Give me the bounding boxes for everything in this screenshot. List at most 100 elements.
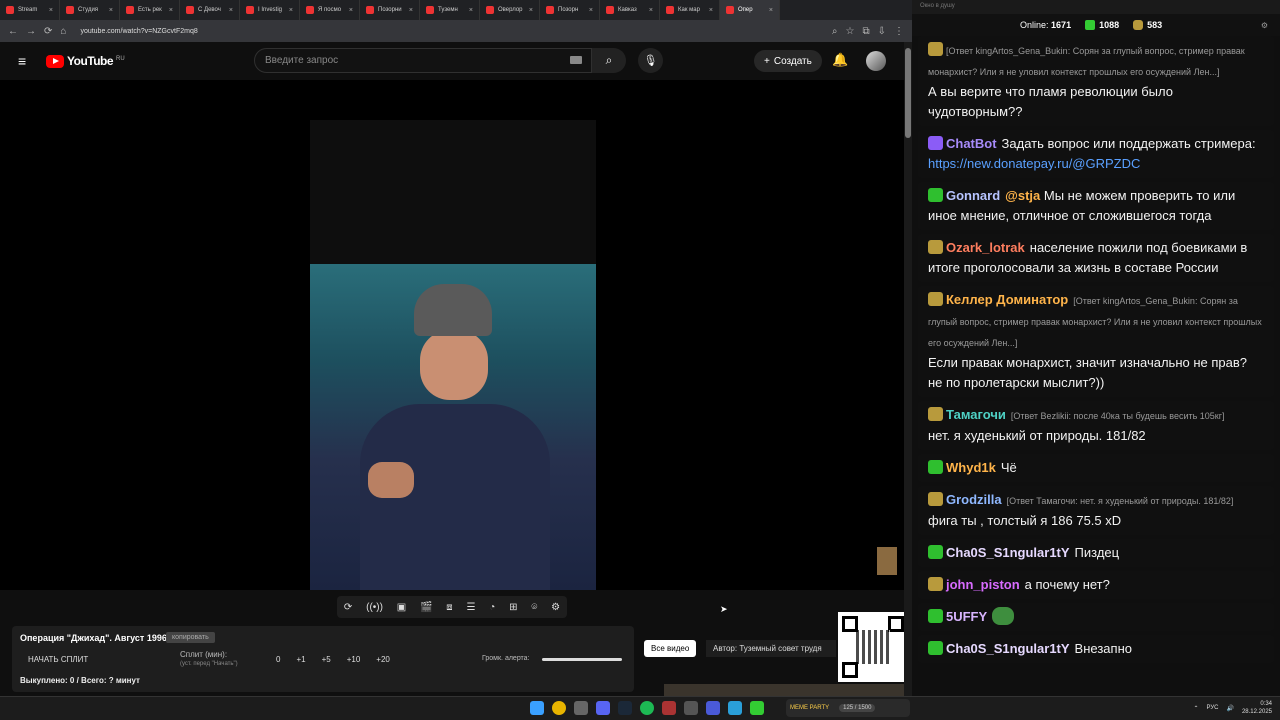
browser-tab[interactable]: С Девоч × xyxy=(180,0,240,20)
zoom-icon[interactable]: ⌕ xyxy=(832,26,838,37)
browser-tab[interactable]: Туземн × xyxy=(420,0,480,20)
browser-tab[interactable]: Оверлор × xyxy=(480,0,540,20)
kick-app-icon[interactable] xyxy=(750,701,764,715)
tab-close-icon[interactable]: × xyxy=(709,7,713,14)
spotify-icon[interactable] xyxy=(640,701,654,715)
tab-close-icon[interactable]: × xyxy=(49,7,53,14)
clapper-icon[interactable]: 🎬 xyxy=(420,602,432,613)
tab-close-icon[interactable]: × xyxy=(589,7,593,14)
chat-username[interactable]: Grodzilla xyxy=(946,492,1002,507)
notifications-bell-icon[interactable]: 🔔 xyxy=(832,52,848,68)
browser-tab[interactable]: Позорн × xyxy=(540,0,600,20)
screenshot-icon[interactable]: ⌾ xyxy=(531,602,537,613)
broadcast-icon[interactable]: ((•)) xyxy=(366,602,383,613)
list-icon[interactable]: ☰ xyxy=(466,602,475,613)
tab-close-icon[interactable]: × xyxy=(289,7,293,14)
media-icon[interactable] xyxy=(706,701,720,715)
tab-close-icon[interactable]: × xyxy=(409,7,413,14)
menu-icon[interactable]: ≡ xyxy=(18,53,32,69)
tab-close-icon[interactable]: × xyxy=(349,7,353,14)
chat-username[interactable]: Whyd1k xyxy=(946,460,996,475)
tab-close-icon[interactable]: × xyxy=(469,7,473,14)
create-button[interactable]: + Создать xyxy=(754,50,822,72)
video-player[interactable] xyxy=(0,80,904,590)
overlay-thumbnail[interactable] xyxy=(877,547,897,575)
chrome-icon[interactable] xyxy=(552,701,566,715)
browser-tab[interactable]: Есть рек × xyxy=(120,0,180,20)
clock[interactable]: 0:34 28.12.2025 xyxy=(1242,700,1272,716)
telegram-icon[interactable] xyxy=(728,701,742,715)
browser-tab[interactable]: Stream × xyxy=(0,0,60,20)
increment-1-button[interactable]: +1 xyxy=(296,655,305,664)
search-button[interactable]: ⌕ xyxy=(592,48,626,73)
meme-party-widget[interactable]: MEME PARTY 125 / 1500 xyxy=(786,699,910,717)
steam-icon[interactable] xyxy=(618,701,632,715)
url-field[interactable]: youtube.com/watch?v=NZGcvtF2mq8 xyxy=(74,28,823,35)
explorer-icon[interactable] xyxy=(574,701,588,715)
chat-mention[interactable]: @stja xyxy=(1005,188,1040,203)
increment-20-button[interactable]: +20 xyxy=(376,655,390,664)
settings-gear-icon[interactable]: ⚙ xyxy=(551,602,560,613)
keyboard-icon[interactable] xyxy=(570,56,582,64)
volume-slider[interactable] xyxy=(542,658,622,661)
chat-link[interactable]: https://new.donatepay.ru/@GRPZDC xyxy=(928,156,1140,171)
browser-tab[interactable]: I Investig × xyxy=(240,0,300,20)
chat-username[interactable]: 5UFFY xyxy=(946,609,987,624)
back-icon[interactable]: ← xyxy=(8,26,18,37)
volume-icon[interactable]: 🔊 xyxy=(1226,705,1233,712)
pip-icon[interactable]: ⧈ xyxy=(446,602,452,613)
all-videos-button[interactable]: Все видео xyxy=(644,640,697,657)
search-input[interactable]: Введите запрос xyxy=(254,48,592,73)
tab-close-icon[interactable]: × xyxy=(109,7,113,14)
tab-close-icon[interactable]: × xyxy=(169,7,173,14)
chat-username[interactable]: john_piston xyxy=(946,577,1020,592)
obs-icon[interactable] xyxy=(662,701,676,715)
loop-icon[interactable]: ⟳ xyxy=(344,602,352,613)
scrollbar-thumb[interactable] xyxy=(905,48,911,138)
extensions-icon[interactable]: ⧉ xyxy=(862,26,869,37)
tray-chevron-icon[interactable]: ⌃ xyxy=(1193,705,1198,712)
youtube-logo[interactable]: YouTube RU xyxy=(46,54,125,68)
forward-icon[interactable]: → xyxy=(26,26,36,37)
page-scrollbar[interactable] xyxy=(904,42,912,696)
chat-feed[interactable]: [Ответ kingArtos_Gena_Bukin: Сорян за гл… xyxy=(918,36,1274,696)
browser-tab[interactable]: Кавказ × xyxy=(600,0,660,20)
speed-icon[interactable]: ◔ xyxy=(489,602,495,613)
browser-tab[interactable]: Опер × xyxy=(720,0,780,20)
downloads-icon[interactable]: ⇩ xyxy=(878,26,886,37)
avatar[interactable] xyxy=(866,51,886,71)
browser-tab[interactable]: Я посмо × xyxy=(300,0,360,20)
tab-close-icon[interactable]: × xyxy=(529,7,533,14)
chat-username[interactable]: Тамагочи xyxy=(946,407,1006,422)
voice-search-button[interactable]: 🎙 xyxy=(638,48,663,73)
split-value[interactable]: 0 xyxy=(276,655,280,664)
browser-tab[interactable]: Студия × xyxy=(60,0,120,20)
tab-close-icon[interactable]: × xyxy=(229,7,233,14)
settings-icon[interactable]: ⚙ xyxy=(1261,21,1268,30)
lang-indicator[interactable]: РУС xyxy=(1206,705,1218,711)
copy-button[interactable]: копировать xyxy=(166,632,215,643)
tab-close-icon[interactable]: × xyxy=(769,7,773,14)
browser-tab[interactable]: Как мар × xyxy=(660,0,720,20)
home-icon[interactable]: ⌂ xyxy=(60,26,66,37)
start-split-button[interactable]: НАЧАТЬ СПЛИТ xyxy=(28,655,88,664)
app-icon[interactable] xyxy=(684,701,698,715)
chat-username[interactable]: Келлер Доминатор xyxy=(946,292,1068,307)
browser-tab[interactable]: Позорни × xyxy=(360,0,420,20)
browser-menu-icon[interactable]: ⋮ xyxy=(894,26,904,37)
add-clip-icon[interactable]: ⊞ xyxy=(509,602,517,613)
tab-close-icon[interactable]: × xyxy=(649,7,653,14)
increment-5-button[interactable]: +5 xyxy=(322,655,331,664)
discord-icon[interactable] xyxy=(596,701,610,715)
chat-username[interactable]: Gonnard xyxy=(946,188,1000,203)
reload-icon[interactable]: ⟳ xyxy=(44,26,52,37)
chat-username[interactable]: ChatBot xyxy=(946,136,997,151)
chat-username[interactable]: Cha0S_S1ngular1tY xyxy=(946,545,1070,560)
bookmark-star-icon[interactable]: ☆ xyxy=(846,26,855,37)
chat-username[interactable]: Ozark_lotrak xyxy=(946,240,1025,255)
watch-icon[interactable]: ▣ xyxy=(397,602,406,613)
start-icon[interactable] xyxy=(530,701,544,715)
chat-username[interactable]: Cha0S_S1ngular1tY xyxy=(946,641,1070,656)
increment-10-button[interactable]: +10 xyxy=(347,655,361,664)
video-frame[interactable] xyxy=(310,264,596,590)
